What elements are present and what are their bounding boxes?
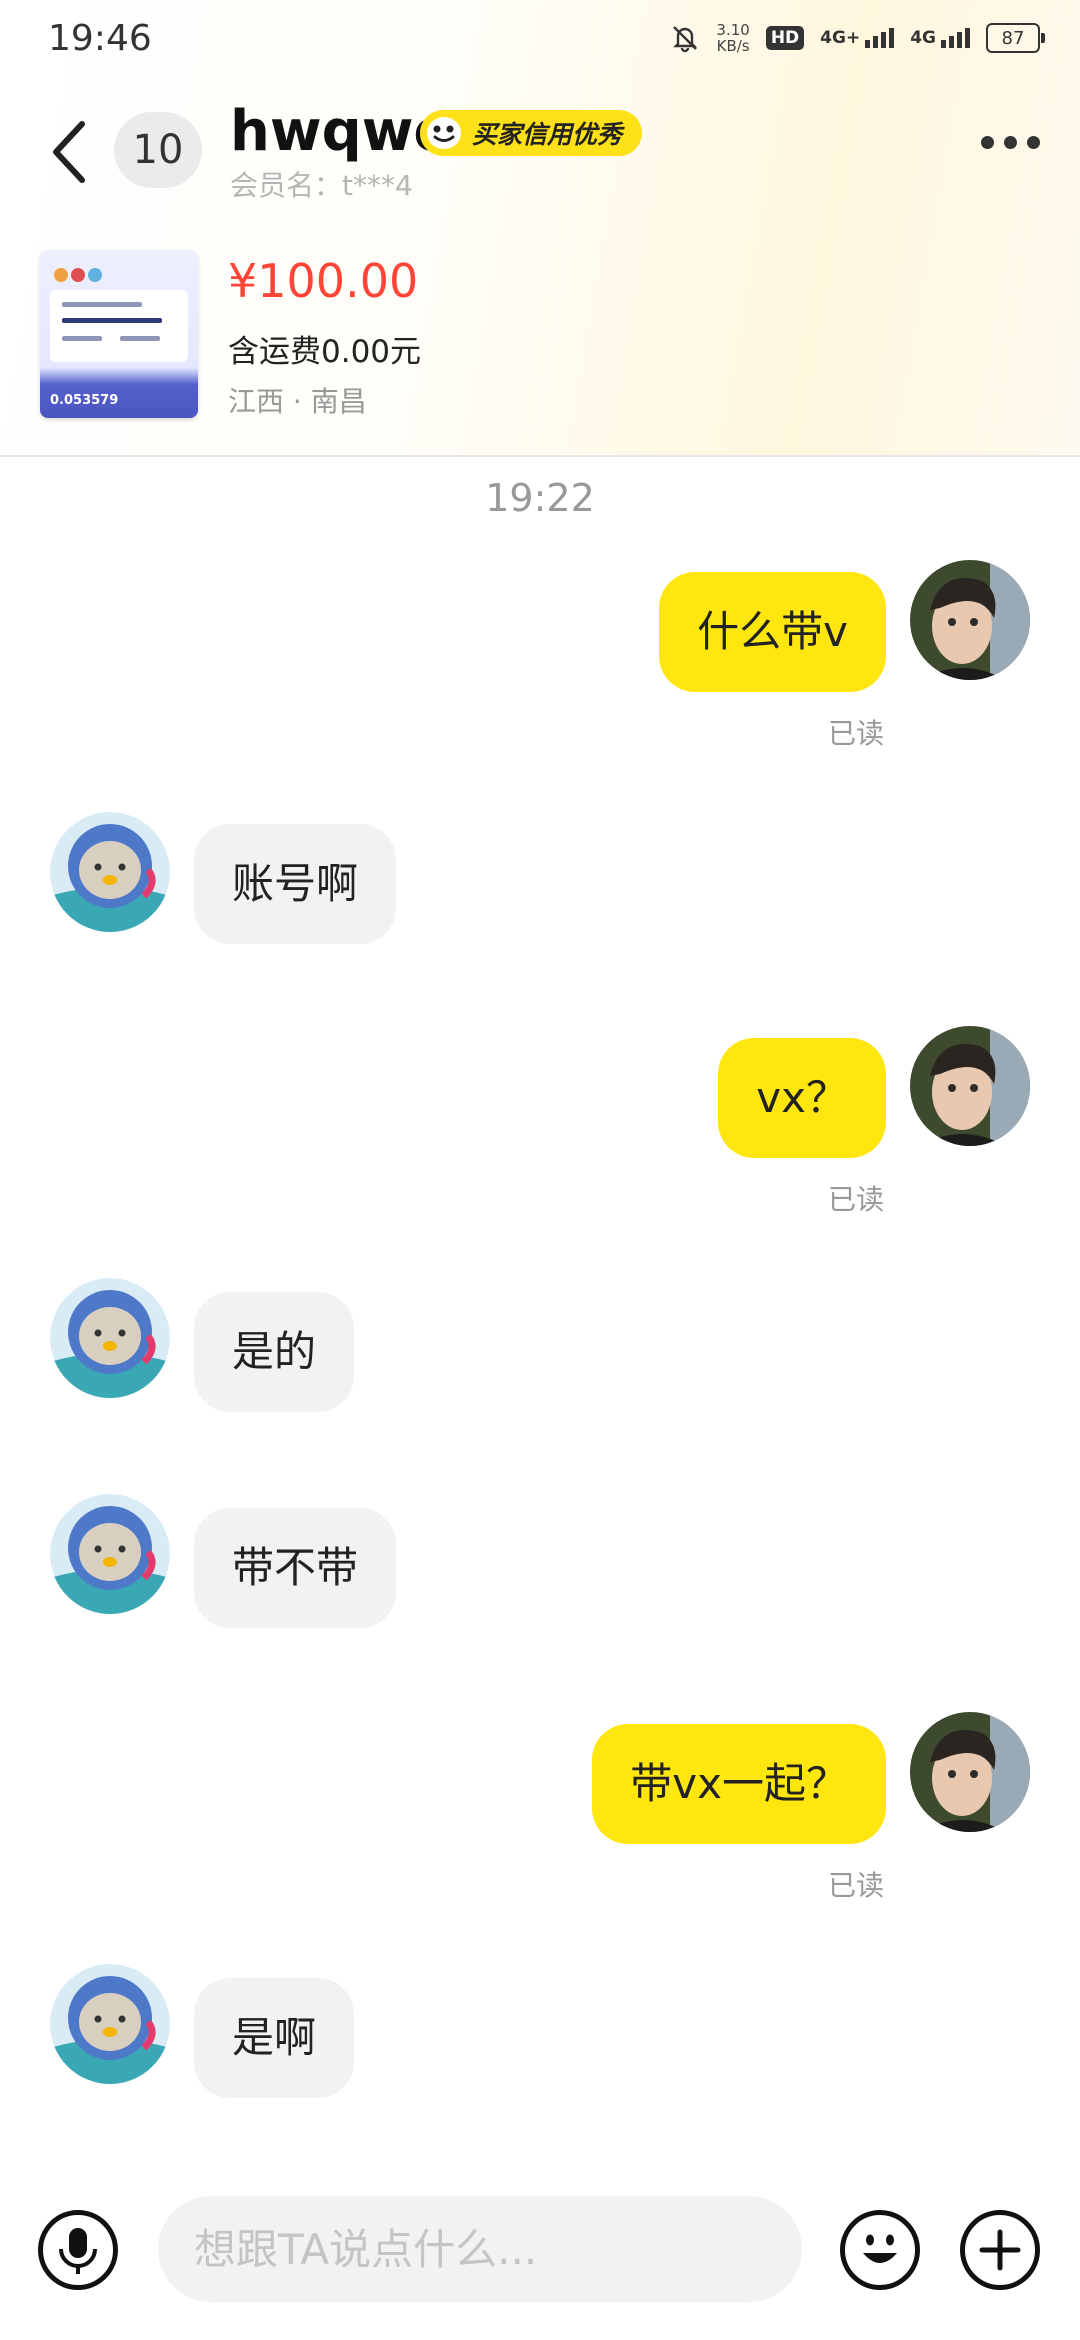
my-avatar[interactable]: [910, 1026, 1030, 1146]
message-bubble-received[interactable]: 账号啊: [194, 824, 397, 944]
message-bubble-sent[interactable]: 带vx一起？: [592, 1724, 886, 1844]
hd-icon: HD: [765, 26, 805, 50]
battery-icon: 87: [986, 23, 1045, 53]
signal-sim1-icon: 4G+: [820, 28, 895, 48]
status-icons: 3.10 KB/s HD 4G+ 4G 87: [670, 21, 1045, 55]
message-bubble-sent[interactable]: 什么带v: [659, 572, 886, 692]
seller-avatar[interactable]: [50, 1278, 170, 1398]
shipping-info: 含运费0.00元: [228, 334, 422, 370]
header-divider: [0, 455, 1080, 457]
member-name: 会员名：t***4: [230, 169, 413, 202]
net-speed: 3.10 KB/s: [716, 21, 750, 55]
back-arrow-icon[interactable]: [40, 112, 100, 192]
thumb-balance: 0.053579: [50, 393, 119, 408]
seller-avatar[interactable]: [50, 1494, 170, 1614]
my-avatar[interactable]: [910, 1712, 1030, 1832]
unread-count-badge[interactable]: 10: [114, 112, 202, 188]
signal-sim2-icon: 4G: [910, 28, 970, 48]
read-status: 已读: [828, 717, 885, 750]
chat-timestamp: 19:22: [485, 476, 595, 520]
my-avatar[interactable]: [910, 560, 1030, 680]
plus-icon[interactable]: [960, 2210, 1040, 2290]
message-bubble-received[interactable]: 是的: [194, 1292, 355, 1412]
product-price: ¥100.00: [228, 254, 419, 308]
more-icon[interactable]: [981, 136, 1040, 149]
emoji-icon[interactable]: [840, 2210, 920, 2290]
read-status: 已读: [828, 1869, 885, 1902]
microphone-icon[interactable]: [38, 2210, 118, 2290]
input-bar: [0, 2170, 1080, 2340]
message-bubble-received[interactable]: 是啊: [194, 1978, 355, 2098]
product-thumbnail[interactable]: 0.053579: [40, 250, 198, 418]
seller-avatar[interactable]: [50, 812, 170, 932]
message-bubble-received[interactable]: 带不带: [194, 1508, 397, 1628]
message-input-field[interactable]: [158, 2196, 802, 2302]
read-status: 已读: [828, 1183, 885, 1216]
seller-location: 江西 · 南昌: [228, 385, 367, 418]
credit-badge-label: 买家信用优秀: [472, 120, 623, 149]
seller-name[interactable]: hwqwe: [230, 100, 451, 164]
status-time: 19:46: [48, 18, 152, 59]
message-input[interactable]: [192, 2223, 802, 2275]
mute-bell-icon: [673, 26, 698, 53]
message-bubble-sent[interactable]: vx？: [718, 1038, 886, 1158]
smiley-face-icon: [427, 117, 461, 149]
credit-badge[interactable]: 买家信用优秀: [420, 110, 643, 156]
seller-avatar[interactable]: [50, 1964, 170, 2084]
